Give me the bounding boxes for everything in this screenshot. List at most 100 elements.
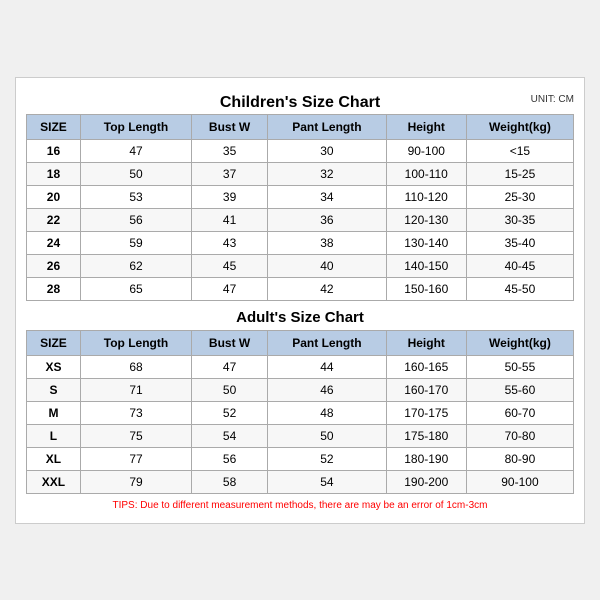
chart-container: Children's Size Chart UNIT: CM SIZE Top … — [15, 77, 585, 524]
children-col-bust-w: Bust W — [192, 114, 268, 139]
table-cell: 47 — [192, 355, 268, 378]
adult-col-weight: Weight(kg) — [466, 330, 573, 355]
table-cell: 70-80 — [466, 424, 573, 447]
table-cell: 54 — [268, 470, 386, 493]
table-cell: 58 — [192, 470, 268, 493]
table-cell: 75 — [80, 424, 191, 447]
table-cell: 30 — [268, 139, 386, 162]
table-row: XS684744160-16550-55 — [27, 355, 574, 378]
adult-table-body: XS684744160-16550-55S715046160-17055-60M… — [27, 355, 574, 493]
children-title-text: Children's Size Chart — [220, 94, 380, 111]
table-cell: 28 — [27, 277, 81, 300]
table-cell: 190-200 — [386, 470, 466, 493]
table-row: XL775652180-19080-90 — [27, 447, 574, 470]
table-cell: 34 — [268, 185, 386, 208]
table-cell: 53 — [80, 185, 191, 208]
adult-col-top-length: Top Length — [80, 330, 191, 355]
table-cell: 45-50 — [466, 277, 573, 300]
children-header-row: SIZE Top Length Bust W Pant Length Heigh… — [27, 114, 574, 139]
table-cell: 26 — [27, 254, 81, 277]
table-cell: 35 — [192, 139, 268, 162]
table-cell: 60-70 — [466, 401, 573, 424]
table-cell: 48 — [268, 401, 386, 424]
children-col-weight: Weight(kg) — [466, 114, 573, 139]
table-cell: 20 — [27, 185, 81, 208]
table-cell: 16 — [27, 139, 81, 162]
table-cell: 150-160 — [386, 277, 466, 300]
table-row: 28654742150-16045-50 — [27, 277, 574, 300]
table-cell: 44 — [268, 355, 386, 378]
table-cell: XS — [27, 355, 81, 378]
table-row: 22564136120-13030-35 — [27, 208, 574, 231]
table-cell: 42 — [268, 277, 386, 300]
table-cell: 32 — [268, 162, 386, 185]
table-row: 18503732100-11015-25 — [27, 162, 574, 185]
table-cell: 55-60 — [466, 378, 573, 401]
table-cell: 47 — [80, 139, 191, 162]
table-cell: M — [27, 401, 81, 424]
table-cell: 22 — [27, 208, 81, 231]
table-cell: L — [27, 424, 81, 447]
table-cell: 180-190 — [386, 447, 466, 470]
table-cell: 46 — [268, 378, 386, 401]
table-cell: 90-100 — [386, 139, 466, 162]
adult-size-table: SIZE Top Length Bust W Pant Length Heigh… — [26, 330, 574, 494]
table-cell: 50 — [268, 424, 386, 447]
table-cell: 37 — [192, 162, 268, 185]
table-cell: 160-165 — [386, 355, 466, 378]
adult-title-text: Adult's Size Chart — [236, 309, 364, 326]
table-cell: 50 — [80, 162, 191, 185]
table-cell: 25-30 — [466, 185, 573, 208]
table-row: XXL795854190-20090-100 — [27, 470, 574, 493]
table-row: S715046160-17055-60 — [27, 378, 574, 401]
table-cell: 62 — [80, 254, 191, 277]
adult-chart-title: Adult's Size Chart — [26, 301, 574, 330]
table-cell: 38 — [268, 231, 386, 254]
children-chart-title: Children's Size Chart UNIT: CM — [26, 88, 574, 114]
table-cell: 130-140 — [386, 231, 466, 254]
unit-label: UNIT: CM — [531, 94, 574, 105]
table-cell: 50 — [192, 378, 268, 401]
children-col-height: Height — [386, 114, 466, 139]
adult-col-bust-w: Bust W — [192, 330, 268, 355]
table-cell: 45 — [192, 254, 268, 277]
table-cell: 35-40 — [466, 231, 573, 254]
table-cell: 80-90 — [466, 447, 573, 470]
table-row: L755450175-18070-80 — [27, 424, 574, 447]
table-cell: 59 — [80, 231, 191, 254]
table-cell: 40 — [268, 254, 386, 277]
table-cell: XL — [27, 447, 81, 470]
table-row: M735248170-17560-70 — [27, 401, 574, 424]
children-table-body: 1647353090-100<1518503732100-11015-25205… — [27, 139, 574, 300]
table-cell: 52 — [268, 447, 386, 470]
table-cell: 160-170 — [386, 378, 466, 401]
table-cell: 47 — [192, 277, 268, 300]
table-cell: 41 — [192, 208, 268, 231]
table-cell: 50-55 — [466, 355, 573, 378]
table-cell: <15 — [466, 139, 573, 162]
table-cell: 65 — [80, 277, 191, 300]
children-col-top-length: Top Length — [80, 114, 191, 139]
table-cell: S — [27, 378, 81, 401]
adult-col-size: SIZE — [27, 330, 81, 355]
table-cell: 36 — [268, 208, 386, 231]
table-cell: 30-35 — [466, 208, 573, 231]
table-cell: 73 — [80, 401, 191, 424]
table-cell: 24 — [27, 231, 81, 254]
table-cell: 18 — [27, 162, 81, 185]
table-cell: 52 — [192, 401, 268, 424]
children-col-pant-length: Pant Length — [268, 114, 386, 139]
table-cell: 54 — [192, 424, 268, 447]
table-cell: 90-100 — [466, 470, 573, 493]
table-row: 20533934110-12025-30 — [27, 185, 574, 208]
table-cell: 71 — [80, 378, 191, 401]
table-cell: 56 — [80, 208, 191, 231]
table-cell: 140-150 — [386, 254, 466, 277]
table-cell: 39 — [192, 185, 268, 208]
table-row: 24594338130-14035-40 — [27, 231, 574, 254]
table-cell: 110-120 — [386, 185, 466, 208]
children-size-table: SIZE Top Length Bust W Pant Length Heigh… — [26, 114, 574, 301]
table-cell: 77 — [80, 447, 191, 470]
table-cell: XXL — [27, 470, 81, 493]
table-cell: 68 — [80, 355, 191, 378]
